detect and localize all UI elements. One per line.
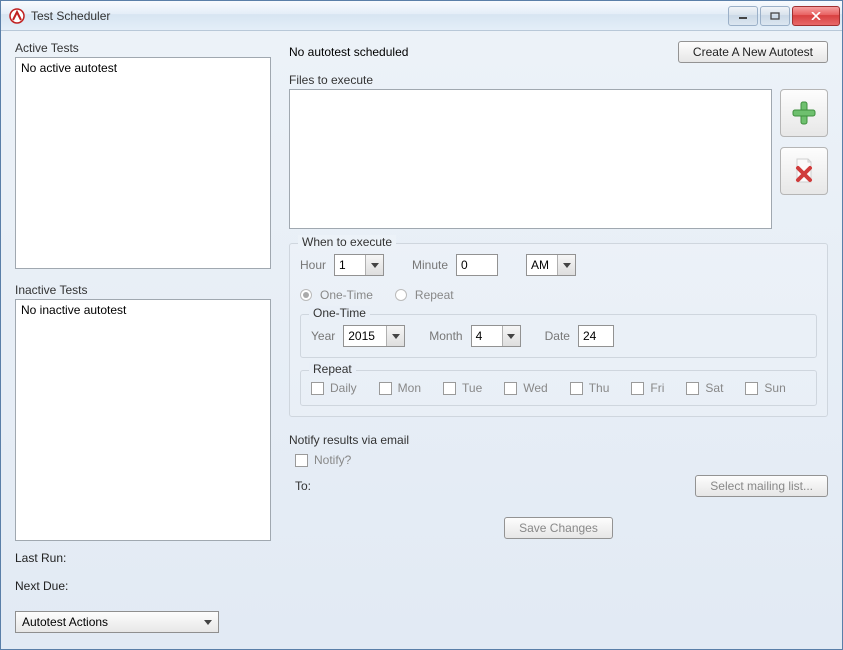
notify-section: Notify results via email Notify? To: Sel… (289, 433, 828, 497)
ampm-select[interactable]: AM (526, 254, 576, 276)
client-area: Active Tests No active autotest Inactive… (1, 31, 842, 649)
date-label: Date (545, 329, 570, 343)
status-text: No autotest scheduled (289, 45, 408, 59)
last-run-label: Last Run: (15, 551, 271, 565)
minute-input[interactable]: 0 (456, 254, 498, 276)
date-input[interactable]: 24 (578, 325, 614, 347)
remove-file-button[interactable] (780, 147, 828, 195)
tue-checkbox[interactable]: Tue (443, 381, 482, 395)
one-time-radio-label: One-Time (320, 288, 373, 302)
chevron-down-icon (365, 255, 383, 275)
minute-label: Minute (412, 258, 448, 272)
year-label: Year (311, 329, 335, 343)
window-controls (728, 6, 840, 26)
month-label: Month (429, 329, 462, 343)
chevron-down-icon (204, 620, 212, 625)
chevron-down-icon (386, 326, 404, 346)
active-tests-placeholder: No active autotest (21, 61, 117, 75)
hour-label: Hour (300, 258, 326, 272)
month-value: 4 (476, 329, 500, 343)
titlebar: Test Scheduler (1, 1, 842, 31)
month-select[interactable]: 4 (471, 325, 521, 347)
thu-checkbox[interactable]: Thu (570, 381, 610, 395)
year-value: 2015 (348, 329, 384, 343)
notify-header: Notify results via email (289, 433, 828, 447)
inactive-tests-placeholder: No inactive autotest (21, 303, 126, 317)
select-mailing-button[interactable]: Select mailing list... (695, 475, 828, 497)
fri-checkbox[interactable]: Fri (631, 381, 664, 395)
hour-value: 1 (339, 258, 363, 272)
repeat-group: Repeat Daily Mon Tue Wed Thu Fri Sat Sun (300, 370, 817, 406)
chevron-down-icon (557, 255, 575, 275)
files-listbox[interactable] (289, 89, 772, 229)
plus-icon (789, 98, 819, 128)
minute-value: 0 (461, 258, 468, 272)
autotest-actions-dropdown[interactable]: Autotest Actions (15, 611, 219, 633)
left-column: Active Tests No active autotest Inactive… (15, 41, 271, 639)
repeat-radio-label: Repeat (415, 288, 454, 302)
repeat-radio[interactable] (395, 289, 407, 301)
when-groupbox: When to execute Hour 1 Minute 0 AM (289, 243, 828, 417)
inactive-tests-list[interactable]: No inactive autotest (15, 299, 271, 541)
app-icon (9, 8, 25, 24)
inactive-tests-label: Inactive Tests (15, 283, 271, 297)
to-label: To: (295, 479, 311, 493)
files-label: Files to execute (289, 73, 828, 87)
window-root: Test Scheduler Active Tests No active au… (0, 0, 843, 650)
active-tests-label: Active Tests (15, 41, 271, 55)
active-tests-list[interactable]: No active autotest (15, 57, 271, 269)
daily-checkbox[interactable]: Daily (311, 381, 357, 395)
minimize-button[interactable] (728, 6, 758, 26)
delete-icon (789, 156, 819, 186)
notify-checkbox[interactable] (295, 454, 308, 467)
date-value: 24 (583, 329, 596, 343)
add-file-button[interactable] (780, 89, 828, 137)
year-select[interactable]: 2015 (343, 325, 405, 347)
ampm-value: AM (531, 258, 555, 272)
save-row: Save Changes (289, 517, 828, 539)
create-autotest-button[interactable]: Create A New Autotest (678, 41, 828, 63)
sat-checkbox[interactable]: Sat (686, 381, 723, 395)
next-due-label: Next Due: (15, 579, 271, 593)
when-legend: When to execute (298, 235, 396, 249)
file-buttons (780, 89, 828, 195)
one-time-legend: One-Time (309, 306, 370, 320)
one-time-group: One-Time Year 2015 Month 4 (300, 314, 817, 358)
mode-row: One-Time Repeat (300, 288, 817, 302)
wed-checkbox[interactable]: Wed (504, 381, 547, 395)
top-row: No autotest scheduled Create A New Autot… (289, 41, 828, 63)
notify-label: Notify? (314, 453, 351, 467)
autotest-actions-label: Autotest Actions (22, 615, 108, 629)
sun-checkbox[interactable]: Sun (745, 381, 785, 395)
right-column: No autotest scheduled Create A New Autot… (289, 41, 828, 639)
save-changes-button[interactable]: Save Changes (504, 517, 613, 539)
hour-select[interactable]: 1 (334, 254, 384, 276)
one-time-radio[interactable] (300, 289, 312, 301)
mon-checkbox[interactable]: Mon (379, 381, 421, 395)
chevron-down-icon (502, 326, 520, 346)
window-title: Test Scheduler (31, 9, 728, 23)
close-button[interactable] (792, 6, 840, 26)
maximize-button[interactable] (760, 6, 790, 26)
files-row (289, 89, 828, 229)
repeat-legend: Repeat (309, 362, 356, 376)
time-row: Hour 1 Minute 0 AM (300, 254, 817, 276)
